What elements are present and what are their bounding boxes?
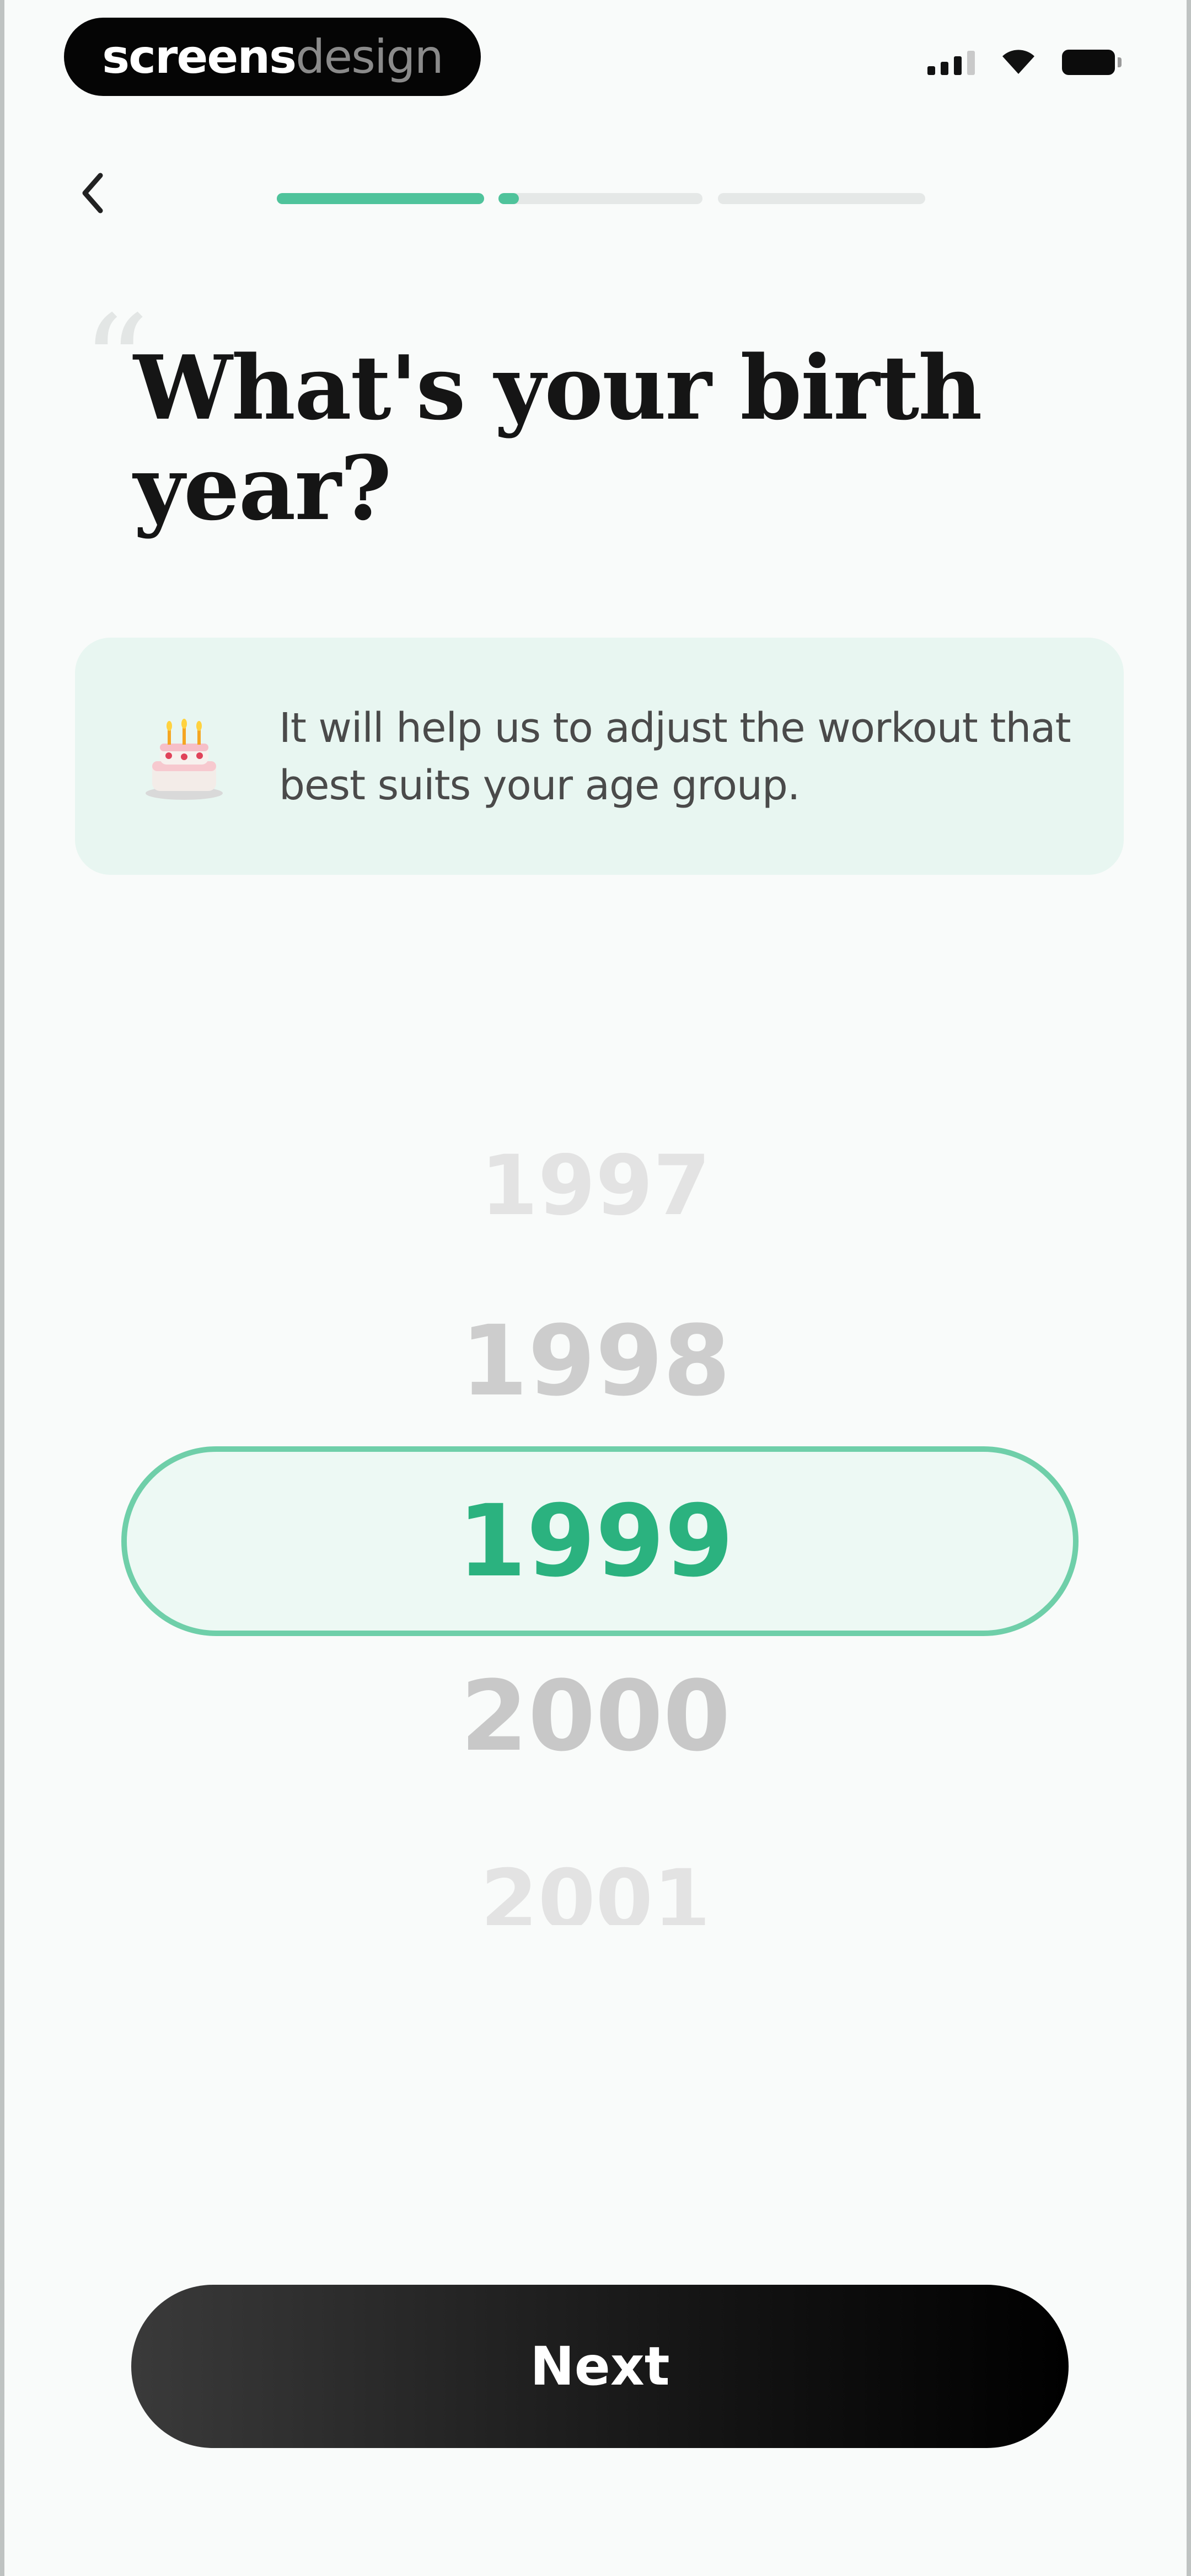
progress-segment xyxy=(718,193,925,204)
progress-segment xyxy=(498,193,702,204)
brand-text-secondary: design xyxy=(296,30,444,84)
info-text: It will help us to adjust the workout th… xyxy=(279,704,1071,809)
wifi-icon xyxy=(1002,50,1034,74)
birthday-cake-icon xyxy=(146,719,223,800)
year-picker[interactable]: 1997 1998 1999 2000 2001 xyxy=(4,1131,1187,1958)
year-option[interactable]: 1998 xyxy=(4,1306,1187,1417)
onboarding-progress xyxy=(277,193,925,204)
signal-icon xyxy=(927,51,975,75)
brand-text-primary: screens xyxy=(102,30,297,84)
next-button[interactable]: Next xyxy=(131,2285,1069,2448)
year-option[interactable]: 2001 xyxy=(4,1848,1187,1925)
page-title: What's your birth year? xyxy=(133,336,983,540)
chevron-left-icon xyxy=(82,173,103,213)
year-option[interactable]: 1997 xyxy=(4,1153,1187,1230)
back-button[interactable] xyxy=(71,165,115,221)
progress-segment xyxy=(277,193,484,204)
year-option[interactable]: 2000 xyxy=(4,1661,1187,1772)
status-icons xyxy=(927,49,1122,75)
info-card: It will help us to adjust the workout th… xyxy=(75,638,1124,875)
brand-badge: screens design xyxy=(64,18,481,96)
selected-year[interactable]: 1999 xyxy=(4,1484,1187,1600)
battery-icon xyxy=(1062,50,1122,75)
birth-year-screen: screensdesign “ What's your birth year? xyxy=(0,0,1191,2576)
